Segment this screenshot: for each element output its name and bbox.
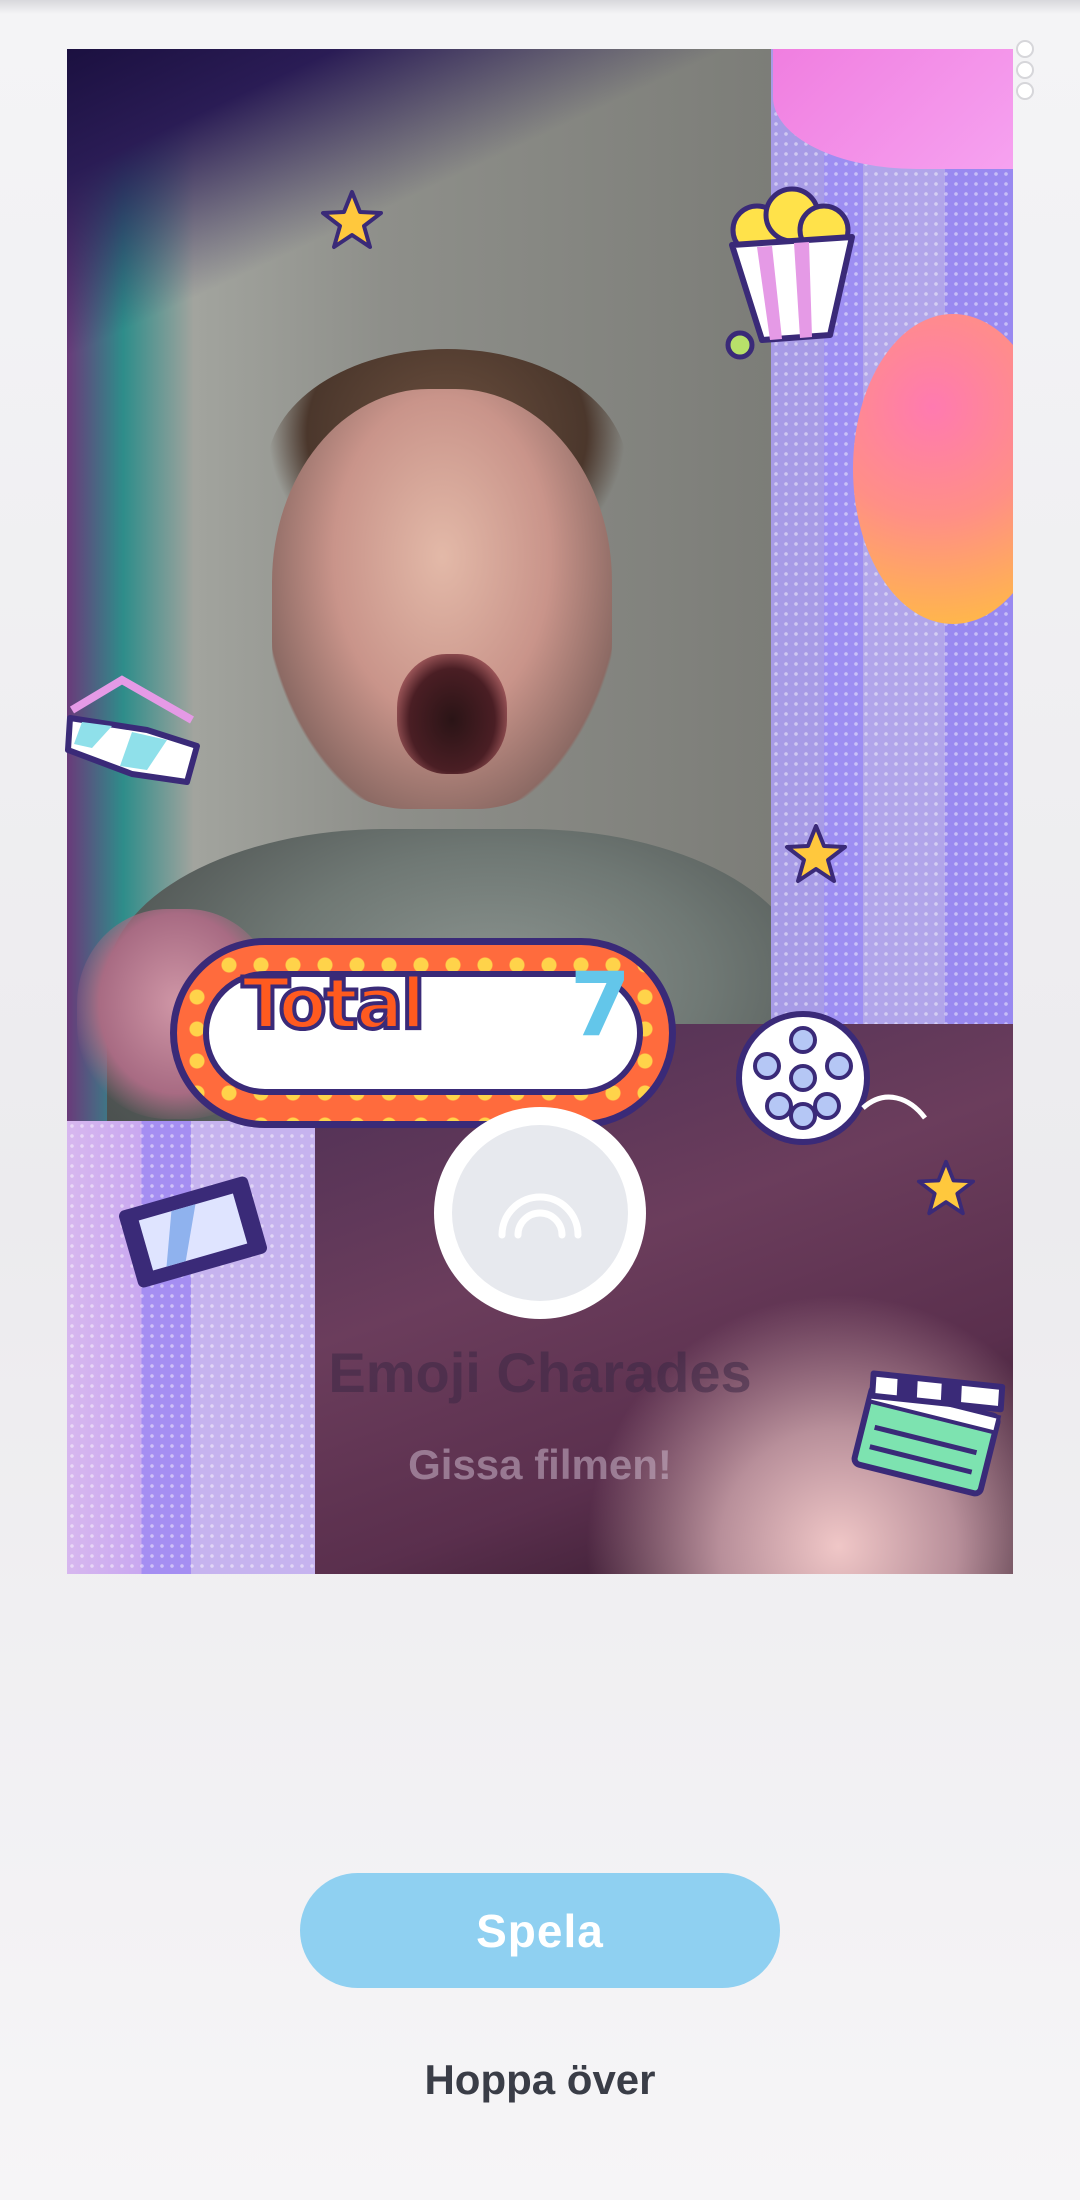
game-badge <box>434 1107 646 1319</box>
star-icon <box>916 1159 976 1216</box>
score-value: 7 <box>569 953 631 1056</box>
score-label: Total <box>240 961 427 1047</box>
star-icon <box>785 824 847 883</box>
more-options-icon[interactable] <box>1014 40 1036 100</box>
rainbow-icon <box>498 1193 582 1239</box>
star-icon <box>321 190 383 249</box>
game-subtitle: Gissa filmen! <box>408 1441 672 1488</box>
status-bar-shadow <box>0 0 1080 14</box>
score-marquee: Total 7 <box>170 938 676 1128</box>
play-button[interactable]: Spela <box>300 1873 780 1988</box>
film-reel-icon <box>736 1011 927 1145</box>
game-title: Emoji Charades <box>328 1341 752 1404</box>
skip-button[interactable]: Hoppa över <box>0 2055 1080 2105</box>
film-strip-icon <box>118 1176 268 1288</box>
3d-glasses-icon <box>65 675 200 785</box>
popcorn-icon <box>725 186 855 360</box>
